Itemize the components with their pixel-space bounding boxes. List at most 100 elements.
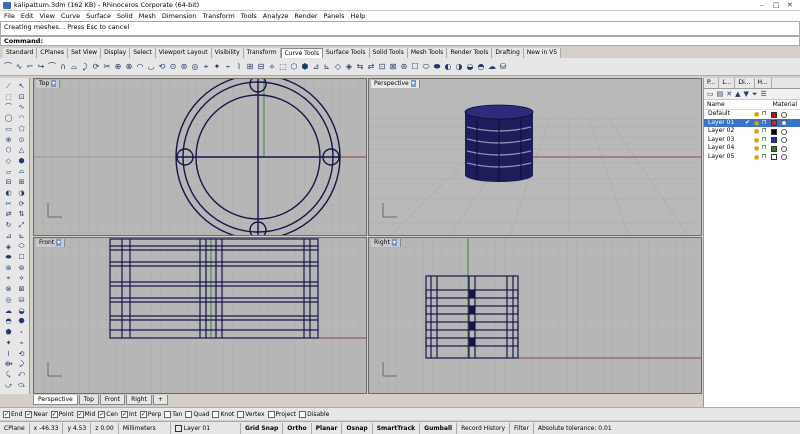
curve-tool-icon[interactable]: ◡ (146, 61, 156, 73)
left-tool-icon[interactable]: ◇ (3, 156, 14, 166)
viewport-tab-right[interactable]: Right (126, 395, 152, 405)
ortho-toggle[interactable]: Ortho (283, 422, 312, 434)
viewport-menu-icon[interactable]: ▾ (410, 80, 416, 87)
curve-tool-icon[interactable]: ⤸ (80, 61, 90, 73)
left-tool-icon[interactable]: ⬭ (16, 242, 27, 252)
tab-cplanes[interactable]: CPlanes (37, 48, 69, 58)
left-tool-icon[interactable]: ⬚ (3, 92, 14, 102)
curve-tool-icon[interactable]: ⇆ (355, 61, 365, 73)
layer-lock-icon[interactable]: ⊓ (762, 144, 767, 153)
osnap-mid[interactable]: ✓ Mid (76, 410, 95, 418)
osnap-checkbox[interactable] (237, 410, 245, 418)
tab-visibility[interactable]: Visibility (211, 48, 244, 58)
left-tool-icon[interactable]: ⌁ (16, 338, 27, 348)
left-tool-icon[interactable]: ⊿ (3, 231, 14, 241)
layer-material-icon[interactable] (781, 145, 787, 152)
left-tool-icon[interactable]: ⟡ (16, 274, 27, 284)
left-tool-icon[interactable]: ⟴ (3, 359, 14, 369)
viewport-menu-icon[interactable]: ▾ (56, 239, 62, 246)
menu-dimension[interactable]: Dimension (162, 12, 197, 20)
layer-lock-icon[interactable]: ⊓ (762, 153, 767, 162)
curve-tool-icon[interactable]: ◓ (476, 61, 486, 73)
tab-set-view[interactable]: Set View (68, 48, 102, 58)
left-tool-icon[interactable]: ⊗ (3, 284, 14, 294)
left-tool-icon[interactable]: ↻ (3, 220, 14, 230)
curve-tool-icon[interactable]: ⊿ (311, 61, 321, 73)
viewport-tab-perspective[interactable]: Perspective (33, 395, 78, 405)
left-tool-icon[interactable]: ▭ (3, 124, 14, 134)
curve-tool-icon[interactable]: ⬡ (289, 61, 299, 73)
layer-material-icon[interactable] (781, 128, 787, 135)
left-tool-icon[interactable]: ⊟ (3, 177, 14, 187)
layer-material-icon[interactable] (781, 120, 787, 126)
menu-transform[interactable]: Transform (202, 12, 234, 20)
smarttrack-toggle[interactable]: SmartTrack (373, 422, 421, 434)
help-tab[interactable]: H... (755, 78, 772, 88)
curve-tool-icon[interactable]: ✦ (212, 61, 222, 73)
left-tool-icon[interactable]: ⊡ (16, 92, 27, 102)
left-tool-icon[interactable]: ⇄ (3, 209, 14, 219)
menu-mesh[interactable]: Mesh (139, 12, 156, 20)
left-tool-icon[interactable]: ∿ (16, 102, 27, 112)
curve-tool-icon[interactable]: ◎ (190, 61, 200, 73)
curve-tool-icon[interactable]: ◐ (443, 61, 453, 73)
curve-tool-icon[interactable]: ⊙ (168, 61, 178, 73)
osnap-end[interactable]: ✓ End (3, 410, 22, 418)
left-tool-icon[interactable]: ⬢ (16, 156, 27, 166)
left-tool-icon[interactable]: ✂ (3, 199, 14, 209)
menu-analyze[interactable]: Analyze (263, 12, 289, 20)
menu-file[interactable]: File (4, 12, 15, 20)
display-tab[interactable]: Di... (735, 78, 755, 88)
tab-transform[interactable]: Transform (243, 48, 281, 58)
viewport-tab-front[interactable]: Front (99, 395, 126, 405)
close-icon[interactable]: ✕ (787, 1, 793, 9)
curve-tool-icon[interactable]: ☐ (410, 61, 420, 73)
osnap-near[interactable]: ✓ Near (25, 410, 48, 418)
left-tool-icon[interactable]: ◐ (3, 188, 14, 198)
layer-material-icon[interactable] (781, 154, 787, 160)
osnap-checkbox[interactable]: ✓ (50, 410, 58, 418)
left-tool-icon[interactable]: ⤸ (16, 359, 27, 369)
layer-lock-icon[interactable]: ⊓ (762, 136, 767, 145)
layer-color-swatch[interactable] (771, 120, 777, 126)
curve-tool-icon[interactable]: ⇄ (366, 61, 376, 73)
grid-snap-toggle[interactable]: Grid Snap (241, 422, 284, 434)
curve-tool-icon[interactable]: ⟳ (91, 61, 101, 73)
tab-surface-tools[interactable]: Surface Tools (322, 48, 370, 58)
left-tool-icon[interactable]: ⊕ (3, 135, 14, 145)
status-layer[interactable]: Layer 01 (171, 422, 242, 434)
left-tool-icon[interactable]: ◓ (3, 316, 14, 326)
curve-tool-icon[interactable]: ◠ (135, 61, 145, 73)
left-tool-icon[interactable]: ◯ (3, 113, 14, 123)
left-tool-icon[interactable]: ⊚ (16, 263, 27, 273)
viewport-title-front[interactable]: Front ▾ (36, 239, 66, 247)
osnap-checkbox[interactable]: ✓ (98, 410, 106, 418)
layer-visible-icon[interactable]: ● (754, 154, 759, 163)
layer-row[interactable]: Layer 02 ● ⊓ (704, 127, 800, 136)
osnap-cen[interactable]: ✓ Cen (98, 410, 118, 418)
left-tool-icon[interactable]: ◈ (3, 242, 14, 252)
curve-tool-icon[interactable]: ◇ (333, 61, 343, 73)
left-tool-icon[interactable]: ◑ (16, 188, 27, 198)
viewport-top[interactable]: Top ▾ (33, 78, 367, 236)
command-input[interactable]: Command: (0, 36, 800, 46)
left-tool-icon[interactable]: ⤹ (3, 370, 14, 380)
left-tool-icon[interactable]: ⤻ (3, 381, 14, 391)
curve-tool-icon[interactable]: ✂ (102, 61, 112, 73)
tab-display[interactable]: Display (101, 48, 131, 58)
left-tool-icon[interactable]: ⬣ (16, 316, 27, 326)
osnap-checkbox[interactable]: ✓ (25, 410, 33, 418)
tab-standard[interactable]: Standard (3, 48, 38, 58)
left-tool-icon[interactable]: ✦ (3, 338, 14, 348)
status-units[interactable]: Millimeters (119, 422, 171, 434)
menu-render[interactable]: Render (294, 12, 317, 20)
left-tool-icon[interactable]: ⟋ (3, 81, 14, 91)
tab-render-tools[interactable]: Render Tools (447, 48, 493, 58)
left-tool-icon[interactable]: ↖ (16, 81, 27, 91)
left-tool-icon[interactable]: ⬟ (3, 327, 14, 337)
left-tool-icon[interactable]: ⇅ (16, 209, 27, 219)
record-history-toggle[interactable]: Record History (457, 422, 511, 434)
maximize-icon[interactable]: □ (773, 1, 780, 9)
layer-lock-icon[interactable]: ⊓ (762, 110, 767, 119)
curve-tool-icon[interactable]: ⌇ (234, 61, 244, 73)
